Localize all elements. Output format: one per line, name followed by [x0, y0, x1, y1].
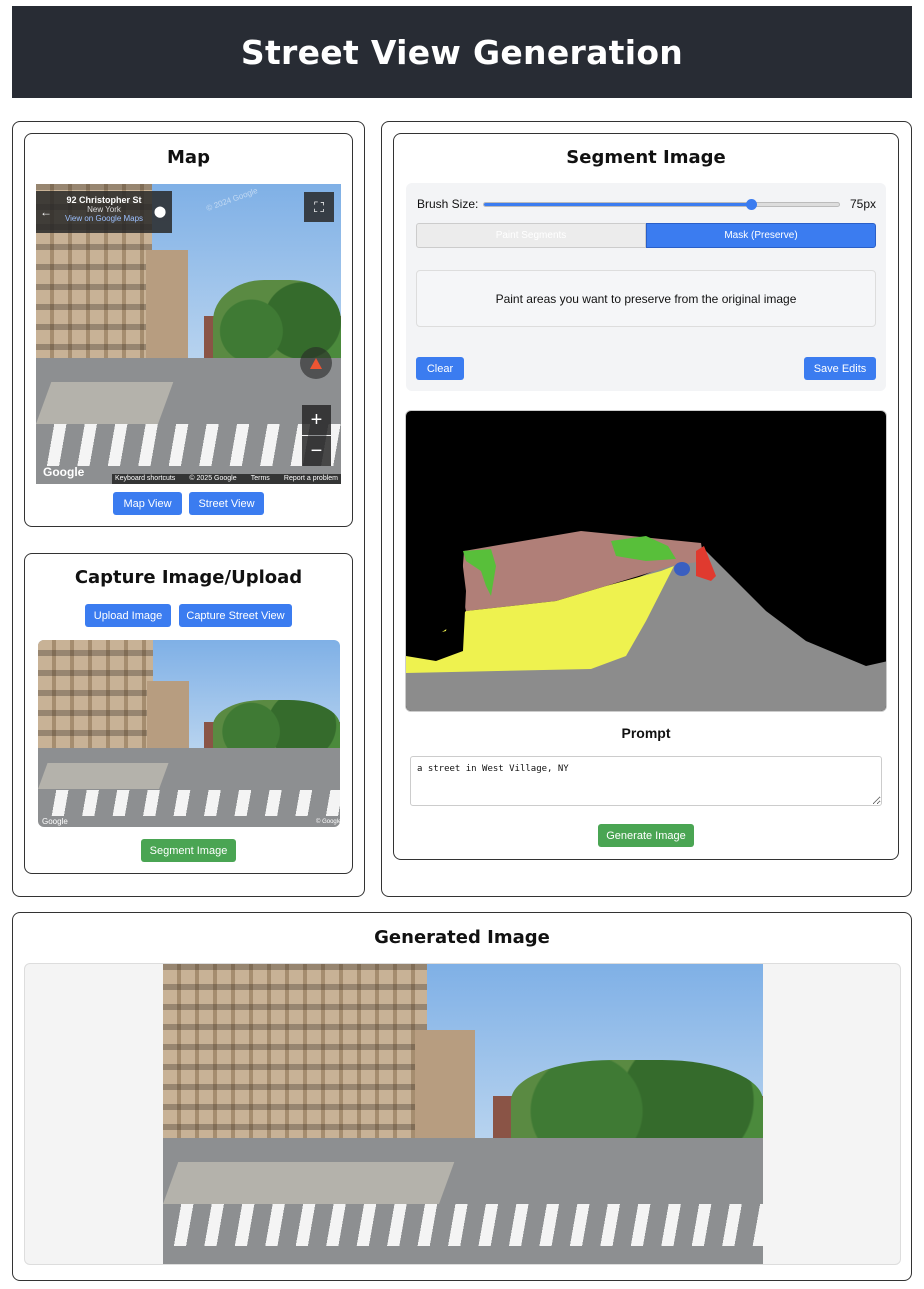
page-title: Street View Generation	[240, 32, 684, 72]
mask-building-edge	[406, 551, 466, 661]
mask-preserve-tab[interactable]: Mask (Preserve)	[646, 223, 876, 248]
map-view-button[interactable]: Map View	[113, 492, 182, 515]
capture-street-view-button[interactable]: Capture Street View	[179, 604, 292, 627]
view-on-google-maps-link[interactable]: View on Google Maps	[36, 214, 172, 223]
captured-copyright: © Google	[316, 819, 342, 825]
brush-size-slider[interactable]	[483, 199, 840, 210]
report-problem-link[interactable]: Report a problem	[284, 475, 338, 483]
map-pin-icon: ⬤	[153, 205, 167, 218]
google-logo: Google	[43, 465, 85, 479]
fullscreen-icon[interactable]: ⛶	[304, 192, 334, 222]
street-view-button[interactable]: Street View	[189, 492, 264, 515]
back-arrow-icon[interactable]: ←	[38, 204, 54, 220]
zoom-out-button[interactable]: −	[302, 436, 331, 466]
segment-image-button[interactable]: Segment Image	[141, 839, 236, 862]
zoom-in-button[interactable]: +	[302, 405, 331, 435]
prompt-input[interactable]: a street in West Village, NY	[410, 756, 882, 806]
upload-image-button[interactable]: Upload Image	[85, 604, 171, 627]
keyboard-shortcuts-link[interactable]: Keyboard shortcuts	[115, 475, 175, 483]
captured-google-logo: Google	[42, 817, 68, 826]
copyright-text: © 2025 Google	[189, 475, 237, 482]
brush-size-fill	[484, 203, 752, 206]
clear-button[interactable]: Clear	[416, 357, 464, 380]
location-info-box: 92 Christopher St New York View on Googl…	[36, 191, 172, 233]
generated-title: Generated Image	[374, 927, 550, 948]
generated-image	[163, 964, 763, 1264]
location-name: 92 Christopher St	[66, 195, 142, 205]
segmentation-mask-canvas[interactable]	[405, 410, 887, 712]
generate-image-button[interactable]: Generate Image	[598, 824, 694, 847]
brush-size-thumb[interactable]	[745, 199, 757, 210]
compass-icon[interactable]	[300, 347, 332, 379]
terms-link[interactable]: Terms	[251, 475, 270, 483]
capture-title: Capture Image/Upload	[74, 567, 303, 588]
segmentation-mask	[406, 531, 886, 711]
mask-person	[674, 562, 690, 576]
mode-hint: Paint areas you want to preserve from th…	[416, 270, 876, 327]
captured-image	[38, 640, 340, 827]
page-header: Street View Generation	[12, 6, 912, 98]
segment-title: Segment Image	[566, 147, 726, 168]
brush-size-value: 75px	[850, 197, 877, 211]
prompt-title: Prompt	[621, 725, 671, 741]
map-title: Map	[167, 147, 210, 168]
brush-size-label: Brush Size:	[417, 197, 479, 211]
location-city: New York	[87, 205, 121, 214]
paint-segments-tab[interactable]: Paint Segments	[416, 223, 646, 248]
save-edits-button[interactable]: Save Edits	[804, 357, 876, 380]
attribution-bar: Keyboard shortcuts © 2025 Google Terms R…	[112, 474, 341, 484]
